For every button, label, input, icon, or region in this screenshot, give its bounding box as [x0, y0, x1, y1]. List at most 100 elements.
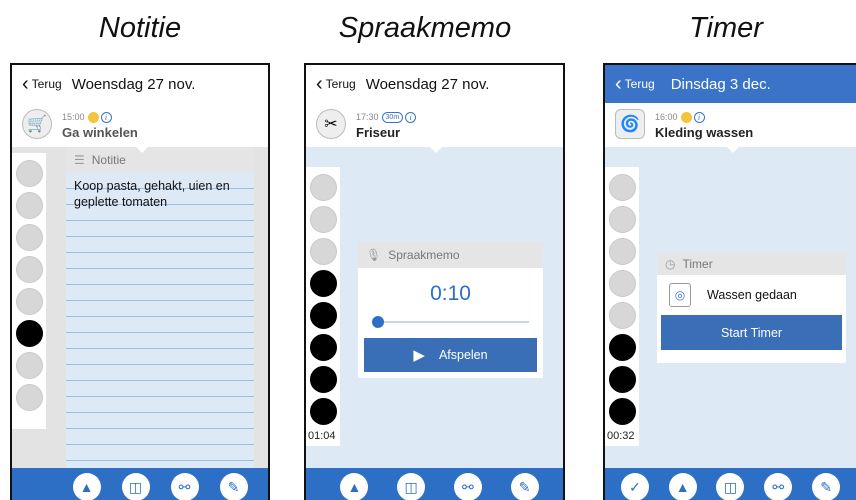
bottom-toolbar: ▲ ◫ ⚯ ✎ — [306, 468, 563, 500]
task-time: 17:30 30m i — [356, 112, 417, 124]
timer-label: Wassen gedaan — [707, 288, 797, 302]
step-rail: 01:04 — [306, 167, 340, 446]
timer-row: ◎ Wassen gedaan — [657, 275, 846, 315]
note-body[interactable]: Koop pasta, gehakt, uien en geplette tom… — [66, 173, 254, 468]
contacts-icon[interactable]: ⚯ — [764, 473, 793, 500]
bottom-toolbar: ✓ ▲ ◫ ⚯ ✎ — [605, 468, 856, 500]
header: ‹ Terug Woensdag 27 nov. — [306, 65, 563, 103]
task-header: 🌀 16:00 i Kleding wassen — [605, 103, 856, 147]
trash-icon[interactable]: ◫ — [121, 473, 150, 500]
step-dot[interactable] — [15, 224, 43, 251]
person-icon[interactable]: ▲ — [668, 473, 697, 500]
step-dot[interactable] — [15, 288, 43, 315]
step-dot-active[interactable] — [608, 398, 636, 425]
contacts-icon[interactable]: ⚯ — [453, 473, 482, 500]
screen-notitie: ‹ Terug Woensdag 27 nov. 🛒 15:00 i Ga win… — [10, 63, 270, 500]
caption-timer: Timer — [689, 12, 763, 44]
memo-progress-slider[interactable] — [372, 316, 529, 328]
memo-time: 0:10 — [430, 282, 471, 305]
back-button[interactable]: Terug — [326, 77, 356, 91]
step-dot[interactable] — [15, 352, 43, 379]
date-title: Dinsdag 3 dec. — [670, 75, 771, 93]
step-dot-active[interactable] — [309, 366, 337, 393]
caption-spraakmemo: Spraakmemo — [338, 12, 512, 44]
step-dot[interactable] — [608, 238, 636, 265]
note-icon: ☰ — [74, 153, 85, 167]
elapsed-time: 01:04 — [308, 430, 336, 442]
step-dot[interactable] — [15, 160, 43, 187]
step-dot[interactable] — [309, 206, 337, 233]
microphone-icon: 🎙 — [366, 248, 382, 262]
trash-icon[interactable]: ◫ — [397, 473, 426, 500]
step-dot-active[interactable] — [608, 334, 636, 361]
check-icon[interactable]: ✓ — [620, 473, 649, 500]
task-header: 🛒 15:00 i Ga winkelen — [12, 103, 268, 147]
back-button[interactable]: Terug — [32, 77, 62, 91]
note-panel: ☰ Notitie Koop pasta, gehakt, uien en ge… — [66, 147, 254, 468]
panel-title: Notitie — [91, 153, 126, 167]
step-dot[interactable] — [15, 256, 43, 283]
note-text[interactable]: Koop pasta, gehakt, uien en geplette tom… — [74, 179, 230, 209]
chevron-left-icon[interactable]: ‹ — [615, 74, 622, 94]
header: ‹ Terug Dinsdag 3 dec. — [605, 65, 856, 103]
info-icon[interactable]: i — [693, 112, 705, 124]
screen-timer: ‹ Terug Dinsdag 3 dec. 🌀 16:00 i Kleding … — [603, 63, 856, 500]
contacts-icon[interactable]: ⚯ — [170, 473, 199, 500]
step-rail — [12, 153, 46, 429]
step-dot[interactable] — [608, 206, 636, 233]
task-header: ✂ 17:30 30m i Friseur — [306, 103, 563, 147]
header-notch — [428, 145, 444, 153]
step-dot[interactable] — [15, 384, 43, 411]
content-area: ☰ Notitie Koop pasta, gehakt, uien en ge… — [12, 147, 268, 468]
memo-panel-header: 🎙 Spraakmemo — [358, 242, 543, 268]
edit-icon[interactable]: ✎ — [510, 473, 539, 500]
step-dot-active[interactable] — [309, 398, 337, 425]
edit-icon[interactable]: ✎ — [219, 473, 248, 500]
edit-icon[interactable]: ✎ — [812, 473, 841, 500]
task-time: 16:00 i — [655, 112, 705, 124]
slider-handle[interactable] — [372, 316, 384, 328]
content-area: 01:04 🎙 Spraakmemo 0:10 ▶ Afspelen — [306, 147, 563, 468]
back-button[interactable]: Terug — [625, 77, 655, 91]
start-timer-label: Start Timer — [720, 325, 783, 340]
step-dot[interactable] — [608, 302, 636, 329]
panel-title: Timer — [682, 257, 713, 271]
step-dot[interactable] — [309, 174, 337, 201]
step-dot-active[interactable] — [309, 302, 337, 329]
step-dot[interactable] — [608, 174, 636, 201]
trash-icon[interactable]: ◫ — [716, 473, 745, 500]
play-icon: ▶ — [413, 347, 425, 364]
date-title: Woensdag 27 nov. — [71, 75, 196, 93]
caption-notitie: Notitie — [98, 12, 182, 44]
play-label: Afspelen — [438, 348, 488, 362]
step-dot[interactable] — [309, 238, 337, 265]
step-dot-active[interactable] — [608, 366, 636, 393]
chevron-left-icon[interactable]: ‹ — [316, 74, 323, 94]
step-rail: 00:32 — [605, 167, 639, 446]
info-icon[interactable]: i — [100, 112, 112, 124]
person-icon[interactable]: ▲ — [340, 473, 369, 500]
date-title: Woensdag 27 nov. — [365, 75, 490, 93]
note-panel-header: ☰ Notitie — [66, 147, 254, 173]
task-name: Kleding wassen — [655, 125, 754, 140]
chevron-left-icon[interactable]: ‹ — [22, 74, 29, 94]
screen-spraakmemo: ‹ Terug Woensdag 27 nov. ✂ 17:30 30m i Fri… — [304, 63, 565, 500]
elapsed-time: 00:32 — [607, 430, 635, 442]
panel-title: Spraakmemo — [388, 248, 460, 262]
info-icon[interactable]: i — [405, 112, 417, 124]
step-dot[interactable] — [15, 192, 43, 219]
voice-memo-panel: 🎙 Spraakmemo 0:10 ▶ Afspelen — [358, 242, 543, 378]
bottom-toolbar: ▲ ◫ ⚯ ✎ — [12, 468, 268, 500]
washing-machine-icon: ◎ — [669, 283, 691, 307]
task-name: Ga winkelen — [62, 125, 138, 140]
play-button[interactable]: ▶ Afspelen — [364, 338, 537, 372]
start-timer-button[interactable]: Start Timer — [661, 315, 842, 350]
step-dot[interactable] — [608, 270, 636, 297]
step-dot-active[interactable] — [309, 270, 337, 297]
clock-icon: ◷ — [665, 257, 676, 271]
step-dot-active[interactable] — [309, 334, 337, 361]
slider-track — [372, 321, 529, 323]
step-dot-active[interactable] — [15, 320, 43, 347]
person-icon[interactable]: ▲ — [72, 473, 101, 500]
timer-panel-header: ◷ Timer — [657, 253, 846, 275]
